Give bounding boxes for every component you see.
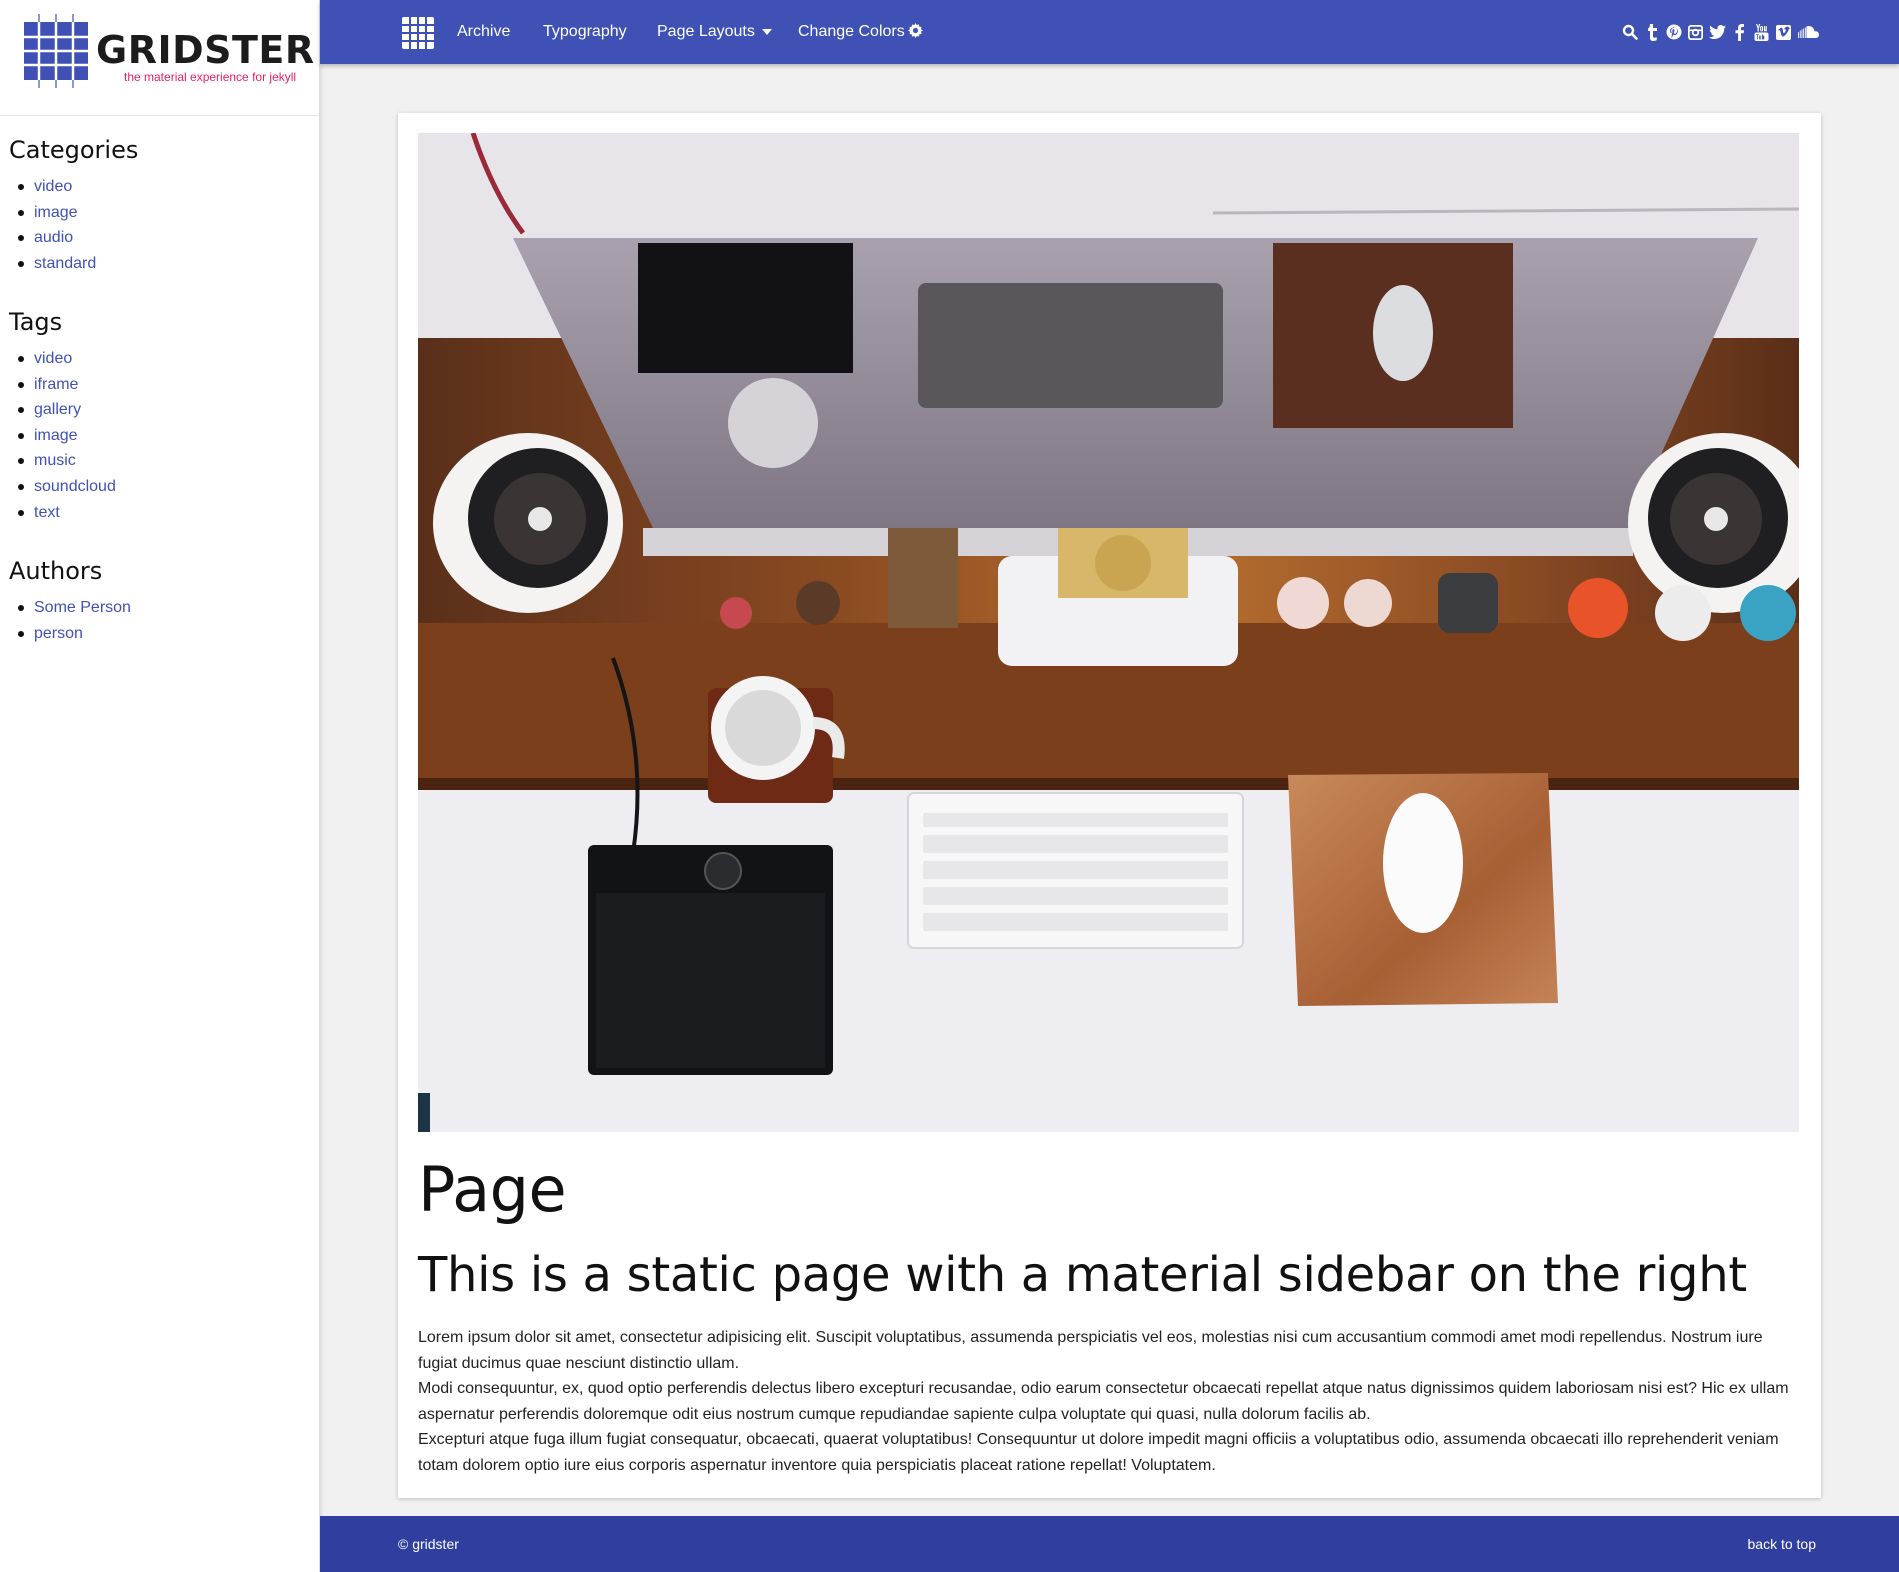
- pinterest-icon[interactable]: [1665, 22, 1682, 42]
- sidebar: GRIDSTER the material experience for jek…: [0, 0, 320, 1572]
- author-link-person[interactable]: person: [34, 625, 83, 642]
- category-link-audio[interactable]: audio: [34, 229, 73, 246]
- list-item: music: [9, 448, 116, 474]
- list-item: video: [9, 346, 116, 372]
- nav-dropdown-page-layouts[interactable]: Page Layouts: [657, 0, 772, 64]
- tag-link-image[interactable]: image: [34, 427, 78, 444]
- caret-down-icon: [761, 28, 772, 35]
- vimeo-icon[interactable]: [1775, 22, 1792, 42]
- tag-link-iframe[interactable]: iframe: [34, 376, 78, 393]
- brand-header: GRIDSTER the material experience for jek…: [0, 0, 320, 116]
- category-link-standard[interactable]: standard: [34, 255, 96, 272]
- list-item: standard: [9, 251, 138, 277]
- tag-link-text[interactable]: text: [34, 504, 60, 521]
- page-subtitle: This is a static page with a material si…: [418, 1247, 1747, 1303]
- nav-link-typography[interactable]: Typography: [543, 0, 627, 64]
- youtube-icon[interactable]: [1753, 22, 1770, 42]
- nav-link-label: Change Colors: [798, 23, 905, 40]
- author-link-some-person[interactable]: Some Person: [34, 599, 131, 616]
- paragraph: Lorem ipsum dolor sit amet, consectetur …: [418, 1329, 1763, 1372]
- list-item: Some Person: [9, 595, 131, 621]
- nav-link-change-colors[interactable]: Change Colors: [798, 0, 923, 64]
- tag-link-video[interactable]: video: [34, 350, 72, 367]
- facebook-icon[interactable]: [1731, 22, 1748, 42]
- brand-tagline: the material experience for jekyll: [124, 70, 297, 84]
- categories-list: video image audio standard: [9, 174, 138, 276]
- page-card: Page This is a static page with a materi…: [398, 113, 1821, 1498]
- authors-heading: Authors: [9, 557, 103, 585]
- list-item: gallery: [9, 397, 116, 423]
- footer-copyright: © gridster: [398, 1536, 459, 1552]
- authors-section: Authors Some Person person: [9, 557, 131, 646]
- twitter-icon[interactable]: [1709, 22, 1726, 42]
- desk-photo: [418, 133, 1799, 1132]
- tumblr-icon[interactable]: [1643, 22, 1660, 42]
- list-item: person: [9, 621, 131, 647]
- list-item: image: [9, 200, 138, 226]
- soundcloud-icon[interactable]: [1797, 22, 1819, 42]
- category-link-video[interactable]: video: [34, 178, 72, 195]
- tag-link-music[interactable]: music: [34, 452, 76, 469]
- category-link-image[interactable]: image: [34, 204, 78, 221]
- categories-heading: Categories: [9, 136, 139, 164]
- back-to-top-link[interactable]: back to top: [1748, 1516, 1817, 1572]
- page-body: Lorem ipsum dolor sit amet, consectetur …: [418, 1325, 1799, 1478]
- footer: © gridster back to top: [320, 1516, 1899, 1572]
- tag-link-soundcloud[interactable]: soundcloud: [34, 478, 116, 495]
- hero-image: [418, 133, 1799, 1132]
- categories-section: Categories video image audio standard: [9, 136, 138, 276]
- instagram-icon[interactable]: [1687, 22, 1704, 42]
- gridster-logo-icon[interactable]: [18, 14, 94, 88]
- tag-link-gallery[interactable]: gallery: [34, 401, 81, 418]
- tags-heading: Tags: [9, 308, 63, 336]
- grid-icon[interactable]: [400, 15, 436, 51]
- brand-name[interactable]: GRIDSTER: [96, 28, 315, 72]
- list-item: video: [9, 174, 138, 200]
- page-title: Page: [418, 1153, 567, 1226]
- list-item: image: [9, 423, 116, 449]
- list-item: soundcloud: [9, 474, 116, 500]
- paragraph: Modi consequuntur, ex, quod optio perfer…: [418, 1380, 1789, 1423]
- tags-section: Tags video iframe gallery image music so…: [9, 308, 116, 525]
- paragraph: Excepturi atque fuga illum fugiat conseq…: [418, 1431, 1779, 1474]
- nav-dropdown-label: Page Layouts: [657, 23, 755, 40]
- social-icons: [1621, 22, 1819, 42]
- list-item: audio: [9, 225, 138, 251]
- authors-list: Some Person person: [9, 595, 131, 646]
- search-icon[interactable]: [1621, 22, 1638, 42]
- gear-icon: [907, 22, 923, 38]
- tags-list: video iframe gallery image music soundcl…: [9, 346, 116, 525]
- nav-link-archive[interactable]: Archive: [457, 0, 510, 64]
- top-navbar: Archive Typography Page Layouts Change C…: [320, 0, 1899, 64]
- list-item: text: [9, 500, 116, 526]
- list-item: iframe: [9, 372, 116, 398]
